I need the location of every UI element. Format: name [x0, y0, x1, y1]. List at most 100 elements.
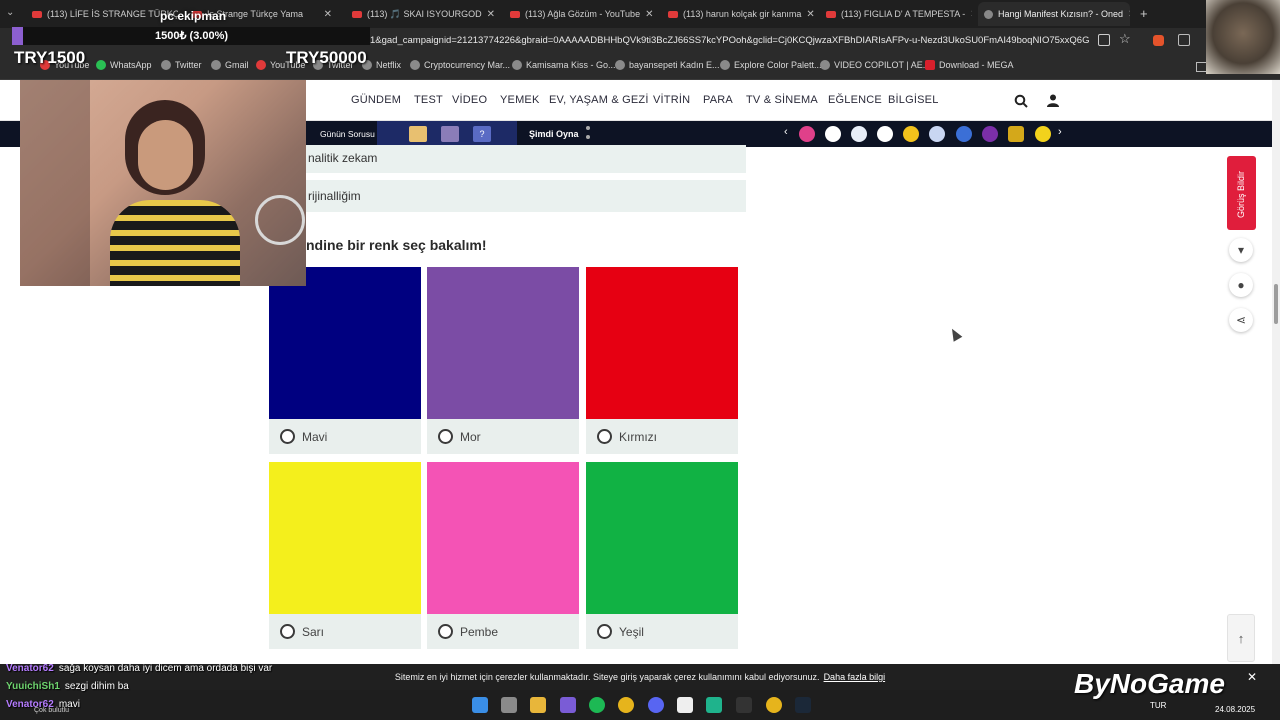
bookmark-star-icon[interactable]: ☆ [1119, 31, 1131, 47]
nav-item-bilgisel[interactable]: BİLGİSEL [888, 94, 939, 106]
chevron-right-icon[interactable]: › [1058, 126, 1062, 138]
color-option-label-row[interactable]: Sarı [269, 614, 421, 649]
bookmark[interactable]: Download - MEGA [925, 60, 1014, 70]
site-logo-icon[interactable] [825, 126, 841, 142]
nav-item-eglence[interactable]: EĞLENCE [828, 94, 882, 106]
browser-tab[interactable]: (113) harun kolçak gir kanıma ✕ [662, 2, 814, 26]
nav-item-vitrin[interactable]: VİTRİN [653, 94, 690, 106]
radio-button[interactable] [438, 429, 453, 444]
site-logo-icon[interactable] [1008, 126, 1024, 142]
color-swatch[interactable] [427, 462, 579, 614]
answer-option[interactable]: rijinalliğim [300, 180, 746, 212]
bookmark[interactable]: Kamisama Kiss - Go... [512, 60, 616, 70]
extensions-puzzle-icon[interactable] [1178, 34, 1190, 46]
cookie-more-link[interactable]: Daha fazla bilgi [824, 672, 886, 682]
task-view-icon[interactable] [501, 697, 517, 713]
site-logo-icon[interactable] [877, 126, 893, 142]
extension-icon[interactable] [1153, 35, 1164, 46]
chevron-left-icon[interactable]: ‹ [784, 126, 788, 138]
app-icon[interactable] [706, 697, 722, 713]
file-explorer-icon[interactable] [530, 697, 546, 713]
scroll-to-top-button[interactable]: ↑ [1227, 614, 1255, 662]
color-option-card[interactable]: Mavi [269, 267, 421, 454]
close-icon[interactable]: ✕ [487, 9, 495, 20]
browser-tab[interactable]: (113) Ağla Gözüm - YouTube ✕ [504, 2, 656, 26]
radio-button[interactable] [280, 624, 295, 639]
simdi-oyna-button[interactable]: Şimdi Oyna [529, 129, 579, 139]
color-option-label-row[interactable]: Mavi [269, 419, 421, 454]
nav-item-gundem[interactable]: GÜNDEM [351, 94, 401, 106]
color-option-card[interactable]: Mor [427, 267, 579, 454]
browser-tab-active[interactable]: Hangi Manifest Kızısın? - Oned ✕ [978, 2, 1130, 26]
chrome-icon[interactable] [618, 697, 634, 713]
chat-username: Venator62 [6, 663, 54, 674]
scrollbar[interactable] [1272, 80, 1280, 664]
color-option-card[interactable]: Pembe [427, 462, 579, 649]
site-logo-icon[interactable] [1035, 126, 1051, 142]
nav-item-video[interactable]: VİDEO [452, 94, 487, 106]
bookmark[interactable]: VIDEO COPILOT | AE... [820, 60, 930, 70]
color-option-card[interactable]: Yeşil [586, 462, 738, 649]
user-icon[interactable] [1047, 94, 1059, 107]
windows-start-icon[interactable] [472, 697, 488, 713]
close-icon[interactable]: ✕ [645, 9, 653, 20]
color-option-label-row[interactable]: Yeşil [586, 614, 738, 649]
nav-item-para[interactable]: PARA [703, 94, 733, 106]
color-swatch[interactable] [586, 267, 738, 419]
radio-button[interactable] [597, 429, 612, 444]
tab-title: (113) harun kolçak gir kanıma [683, 9, 802, 19]
close-icon[interactable]: ✕ [970, 9, 972, 20]
share-icon[interactable]: ⋖ [1229, 308, 1253, 332]
new-tab-button[interactable]: + [1140, 6, 1148, 21]
spotify-icon[interactable] [589, 697, 605, 713]
nav-item-yemek[interactable]: YEMEK [500, 94, 540, 106]
close-icon[interactable]: ✕ [806, 9, 814, 20]
color-option-label-row[interactable]: Kırmızı [586, 419, 738, 454]
color-option-label-row[interactable]: Mor [427, 419, 579, 454]
site-logo-icon[interactable] [851, 126, 867, 142]
app-icon[interactable] [560, 697, 576, 713]
nav-item-test[interactable]: TEST [414, 94, 443, 106]
bookmark[interactable]: Explore Color Palett... [720, 60, 822, 70]
nav-item-tv-sinema[interactable]: TV & SİNEMA [746, 94, 818, 106]
clock-date[interactable]: 24.08.2025 [1215, 705, 1255, 714]
chrome-icon[interactable] [766, 697, 782, 713]
radio-button[interactable] [280, 429, 295, 444]
steam-icon[interactable] [795, 697, 811, 713]
bookmark[interactable]: Cryptocurrency Mar... [410, 60, 510, 70]
color-swatch[interactable] [269, 267, 421, 419]
language-indicator[interactable]: TUR [1150, 701, 1166, 710]
site-logo-icon[interactable] [982, 126, 998, 142]
close-icon[interactable]: ✕ [1247, 670, 1257, 684]
radio-button[interactable] [438, 624, 453, 639]
bookmark[interactable]: bayansepeti Kadın E... [615, 60, 720, 70]
close-icon[interactable]: ✕ [1128, 9, 1130, 20]
url-field[interactable]: 1&gad_campaignid=21213774226&gbraid=0AAA… [370, 31, 1090, 51]
site-logo-icon[interactable] [929, 126, 945, 142]
color-swatch[interactable] [269, 462, 421, 614]
site-logo-icon[interactable] [903, 126, 919, 142]
browser-tab[interactable]: (113) FIGLIA D' A TEMPESTA - ✕ [820, 2, 972, 26]
install-app-icon[interactable] [1098, 34, 1110, 46]
obs-icon[interactable] [736, 697, 752, 713]
answer-option[interactable]: nalitik zekam [300, 145, 746, 173]
notepad-icon[interactable] [677, 697, 693, 713]
nav-item-ev-yasam-gezi[interactable]: EV, YAŞAM & GEZİ [549, 94, 649, 106]
color-option-card[interactable]: Sarı [269, 462, 421, 649]
search-icon[interactable] [1014, 94, 1028, 108]
color-swatch[interactable] [427, 267, 579, 419]
bookmark-icon[interactable]: ▾ [1229, 238, 1253, 262]
color-option-label-row[interactable]: Pembe [427, 614, 579, 649]
gunun-sorusu-label[interactable]: Günün Sorusu [320, 129, 375, 139]
color-option-card[interactable]: Kırmızı [586, 267, 738, 454]
radio-button[interactable] [597, 624, 612, 639]
comments-icon[interactable]: ● [1229, 273, 1253, 297]
chat-message: YuuichiSh1 sezgi dihim ba [6, 678, 326, 696]
scrollbar-thumb[interactable] [1274, 284, 1278, 324]
daily-question-box[interactable]: ? [377, 121, 517, 147]
color-swatch[interactable] [586, 462, 738, 614]
feedback-button[interactable]: Görüş Bildir [1227, 156, 1256, 230]
discord-icon[interactable] [648, 697, 664, 713]
site-logo-icon[interactable] [799, 126, 815, 142]
site-logo-icon[interactable] [956, 126, 972, 142]
